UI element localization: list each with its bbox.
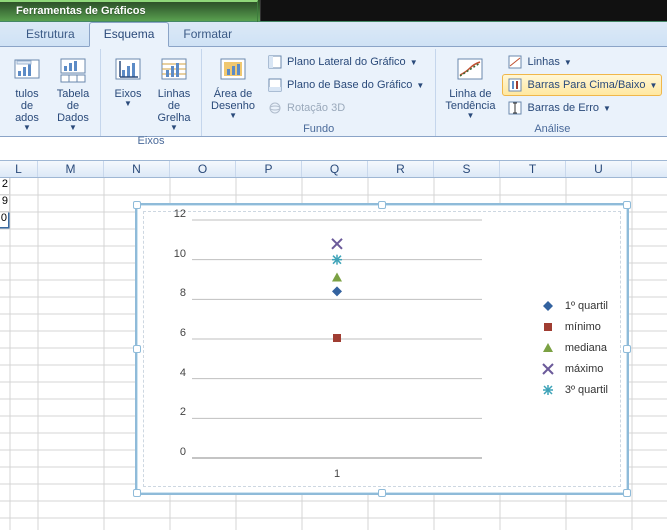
chevron-down-icon: ▼ xyxy=(23,124,31,132)
gridlines-icon xyxy=(158,54,190,86)
rotate-3d-icon xyxy=(267,100,283,116)
chevron-down-icon: ▼ xyxy=(124,100,132,108)
col-header[interactable]: P xyxy=(236,161,302,177)
chart-legend[interactable]: 1º quartil mínimo mediana máximo 3º quartil xyxy=(539,300,608,405)
plot-area-button[interactable]: Área de Desenho ▼ xyxy=(208,51,258,121)
legend-item[interactable]: 3º quartil xyxy=(539,384,608,396)
legend-item[interactable]: mediana xyxy=(539,342,608,354)
group-title-analise: Análise xyxy=(442,121,662,138)
chevron-down-icon: ▼ xyxy=(466,112,474,120)
data-table-icon xyxy=(57,54,89,86)
col-header[interactable]: S xyxy=(434,161,500,177)
col-header[interactable]: L xyxy=(0,161,38,177)
spreadsheet-area[interactable]: L M N O P Q R S T U 2 9 0 xyxy=(0,160,667,530)
lines-icon xyxy=(507,54,523,70)
legend-item[interactable]: 1º quartil xyxy=(539,300,608,312)
legend-item[interactable]: mínimo xyxy=(539,321,608,333)
ribbon-tabs: Estrutura Esquema Formatar xyxy=(0,22,667,47)
axes-icon xyxy=(112,54,144,86)
plano-lateral-button[interactable]: Plano Lateral do Gráfico ▼ xyxy=(262,51,429,73)
chevron-down-icon: ▼ xyxy=(649,81,657,90)
axes-button[interactable]: Eixos ▼ xyxy=(107,51,149,109)
data-table-button[interactable]: Tabela de Dados ▼ xyxy=(52,51,94,133)
context-title-bar: Ferramentas de Gráficos xyxy=(0,0,667,22)
col-header[interactable]: T xyxy=(500,161,566,177)
plot-area[interactable]: 024681012 1 xyxy=(192,220,482,458)
plot-area-icon xyxy=(217,54,249,86)
chevron-down-icon: ▼ xyxy=(603,104,611,113)
chevron-down-icon: ▼ xyxy=(229,112,237,120)
col-header[interactable]: O xyxy=(170,161,236,177)
error-bars-icon xyxy=(507,100,523,116)
group-analise: Linha de Tendência ▼ Linhas ▼ Barras Par… xyxy=(436,49,667,136)
chevron-down-icon: ▼ xyxy=(69,124,77,132)
updown-bars-icon xyxy=(507,77,523,93)
linhas-button[interactable]: Linhas ▼ xyxy=(502,51,662,73)
column-headers: L M N O P Q R S T U xyxy=(0,160,667,178)
tab-esquema[interactable]: Esquema xyxy=(89,22,170,47)
tab-formatar[interactable]: Formatar xyxy=(169,23,246,46)
tab-estrutura[interactable]: Estrutura xyxy=(12,23,89,46)
chevron-down-icon: ▼ xyxy=(410,58,418,67)
rotacao-3d-button: Rotação 3D xyxy=(262,97,429,119)
x-category-label: 1 xyxy=(192,468,482,480)
legend-label: 1º quartil xyxy=(565,300,608,312)
group-fundo: Área de Desenho ▼ Plano Lateral do Gráfi… xyxy=(202,49,436,136)
col-header[interactable]: Q xyxy=(302,161,368,177)
chevron-down-icon: ▼ xyxy=(564,58,572,67)
col-header[interactable]: U xyxy=(566,161,632,177)
plano-base-button[interactable]: Plano de Base do Gráfico ▼ xyxy=(262,74,429,96)
trendline-button[interactable]: Linha de Tendência ▼ xyxy=(442,51,498,121)
legend-label: mediana xyxy=(565,342,607,354)
chevron-down-icon: ▼ xyxy=(416,81,424,90)
group-title-fundo: Fundo xyxy=(208,121,429,138)
group-title-eixos: Eixos xyxy=(107,133,195,150)
group-eixos: Eixos ▼ Linhas de Grelha ▼ Eixos xyxy=(101,49,202,136)
floor-icon xyxy=(267,77,283,93)
group-labels: tulos de ados ▼ Tabela de Dados ▼ xyxy=(0,49,101,136)
trendline-icon xyxy=(454,54,486,86)
side-wall-icon xyxy=(267,54,283,70)
legend-label: 3º quartil xyxy=(565,384,608,396)
gridlines-button[interactable]: Linhas de Grelha ▼ xyxy=(153,51,195,133)
col-header[interactable]: N xyxy=(104,161,170,177)
chart-titles-icon xyxy=(11,54,43,86)
error-bars-button[interactable]: Barras de Erro ▼ xyxy=(502,97,662,119)
col-header[interactable]: M xyxy=(38,161,104,177)
updown-bars-button[interactable]: Barras Para Cima/Baixo ▼ xyxy=(502,74,662,96)
y-axis-labels: 024681012 xyxy=(164,214,190,464)
ribbon: tulos de ados ▼ Tabela de Dados ▼ Eixos … xyxy=(0,47,667,137)
legend-item[interactable]: máximo xyxy=(539,363,608,375)
legend-label: mínimo xyxy=(565,321,601,333)
chevron-down-icon: ▼ xyxy=(170,124,178,132)
chart-titles-button[interactable]: tulos de ados ▼ xyxy=(6,51,48,133)
chart-object[interactable]: 024681012 1 1º quartil mínimo mediana máxim… xyxy=(135,203,629,495)
col-header[interactable]: R xyxy=(368,161,434,177)
legend-label: máximo xyxy=(565,363,604,375)
